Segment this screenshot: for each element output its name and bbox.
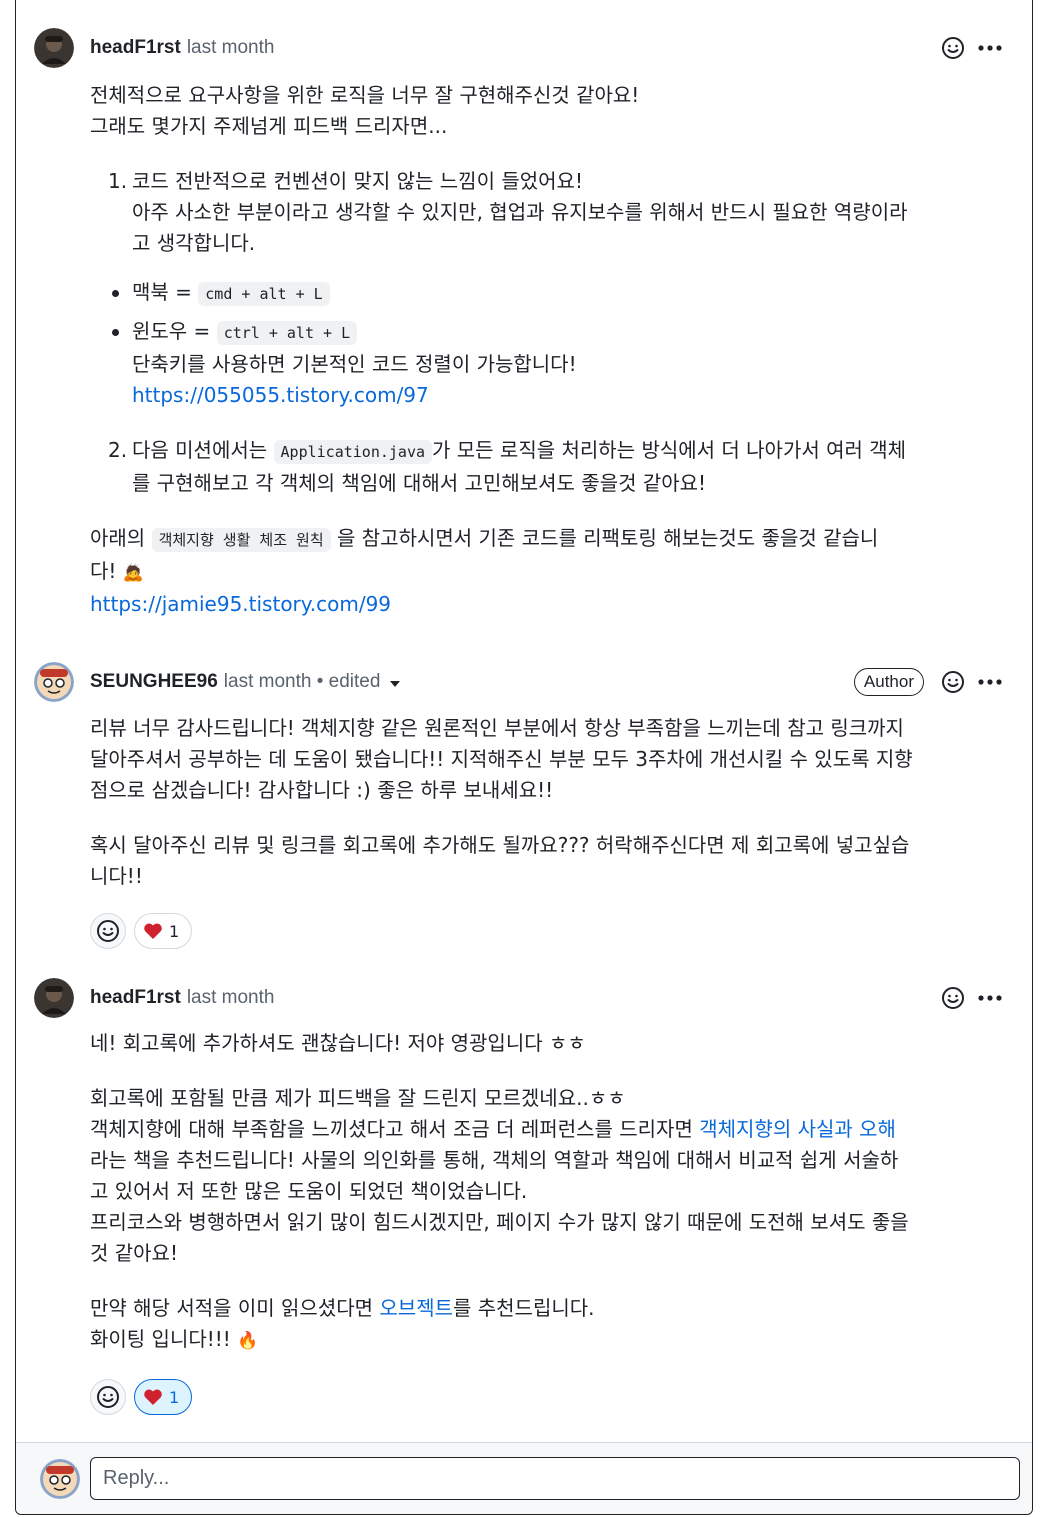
heart-icon <box>144 1389 162 1405</box>
inline-code: 객체지향 생활 체조 원칙 <box>151 528 331 552</box>
avatar <box>40 1459 80 1499</box>
fire-emoji: 🔥 <box>237 1331 259 1351</box>
comment-timestamp[interactable]: last month • edited <box>224 671 381 693</box>
smiley-icon[interactable] <box>940 669 966 695</box>
comment-body: 리뷰 너무 감사드립니다! 객체지향 같은 원론적인 부분에서 항상 부족함을 … <box>90 716 913 888</box>
chevron-down-icon[interactable] <box>390 680 401 687</box>
comment-text: 그래도 몇가지 주제넘게 피드백 드리자면... <box>90 114 448 138</box>
reply-bar: Reply... <box>16 1442 1032 1514</box>
avatar[interactable] <box>34 28 74 68</box>
avatar[interactable] <box>34 662 74 702</box>
list-item: 맥북 = cmd + alt + L <box>90 277 1006 310</box>
comment-header: headF1rst last month <box>34 28 1004 68</box>
comment-body: 전체적으로 요구사항을 위한 로직을 너무 잘 구현해주신것 같아요! 그래도 … <box>90 80 1006 620</box>
reactions: 1 <box>90 1379 193 1415</box>
heart-reaction[interactable]: 1 <box>134 913 193 949</box>
heart-reaction[interactable]: 1 <box>134 1379 193 1415</box>
link[interactable]: https://jamie95.tistory.com/99 <box>90 592 391 616</box>
avatar[interactable] <box>34 978 74 1018</box>
kebab-icon[interactable] <box>976 985 1004 1011</box>
kebab-icon[interactable] <box>976 669 1004 695</box>
comment-author[interactable]: headF1rst <box>90 987 181 1009</box>
comment-timestamp[interactable]: last month <box>187 37 275 59</box>
comment-author[interactable]: headF1rst <box>90 37 181 59</box>
link[interactable]: https://055055.tistory.com/97 <box>132 383 429 407</box>
reaction-count: 1 <box>169 921 180 941</box>
comment-body: 네! 회고록에 추가하셔도 괜찮습니다! 저야 영광입니다 ㅎㅎ 회고록에 포함… <box>90 1031 909 1351</box>
smiley-icon[interactable] <box>940 35 966 61</box>
smiley-icon <box>97 920 119 942</box>
book-link[interactable]: 객체지향의 사실과 오해 <box>699 1117 896 1141</box>
reactions: 1 <box>90 913 193 949</box>
inline-code: cmd + alt + L <box>198 282 330 306</box>
comment-timestamp[interactable]: last month <box>187 987 275 1009</box>
smiley-icon <box>97 1386 119 1408</box>
list-item: 2. 다음 미션에서는 Application.java 가 모든 로직을 처리하… <box>108 438 907 495</box>
list-item: 윈도우 = ctrl + alt + L 단축키를 사용하면 기본적인 코드 정… <box>90 316 1006 411</box>
author-badge: Author <box>853 668 924 696</box>
reply-input[interactable]: Reply... <box>90 1457 1020 1500</box>
comment-header: headF1rst last month <box>34 978 1004 1018</box>
book-link[interactable]: 오브젝트 <box>379 1296 453 1320</box>
heart-icon <box>144 923 162 939</box>
reaction-count: 1 <box>169 1387 180 1407</box>
comment-text: 전체적으로 요구사항을 위한 로직을 너무 잘 구현해주신것 같아요! <box>90 83 640 107</box>
smiley-icon[interactable] <box>940 985 966 1011</box>
discussion-thread: headF1rst last month 전체적으로 요구사항을 위한 로직을 … <box>15 0 1033 1515</box>
inline-code: Application.java <box>273 440 433 464</box>
add-reaction-button[interactable] <box>90 913 126 949</box>
list-item: 1. 코드 전반적으로 컨벤션이 맞지 않는 느낌이 들었어요! 아주 사소한 … <box>108 169 908 255</box>
inline-code: ctrl + alt + L <box>216 321 358 345</box>
add-reaction-button[interactable] <box>90 1379 126 1415</box>
comment-header: SEUNGHEE96 last month • edited Author <box>34 662 1004 702</box>
comment-author[interactable]: SEUNGHEE96 <box>90 671 218 693</box>
kebab-icon[interactable] <box>976 35 1004 61</box>
bow-emoji: 🙇 <box>122 563 144 583</box>
